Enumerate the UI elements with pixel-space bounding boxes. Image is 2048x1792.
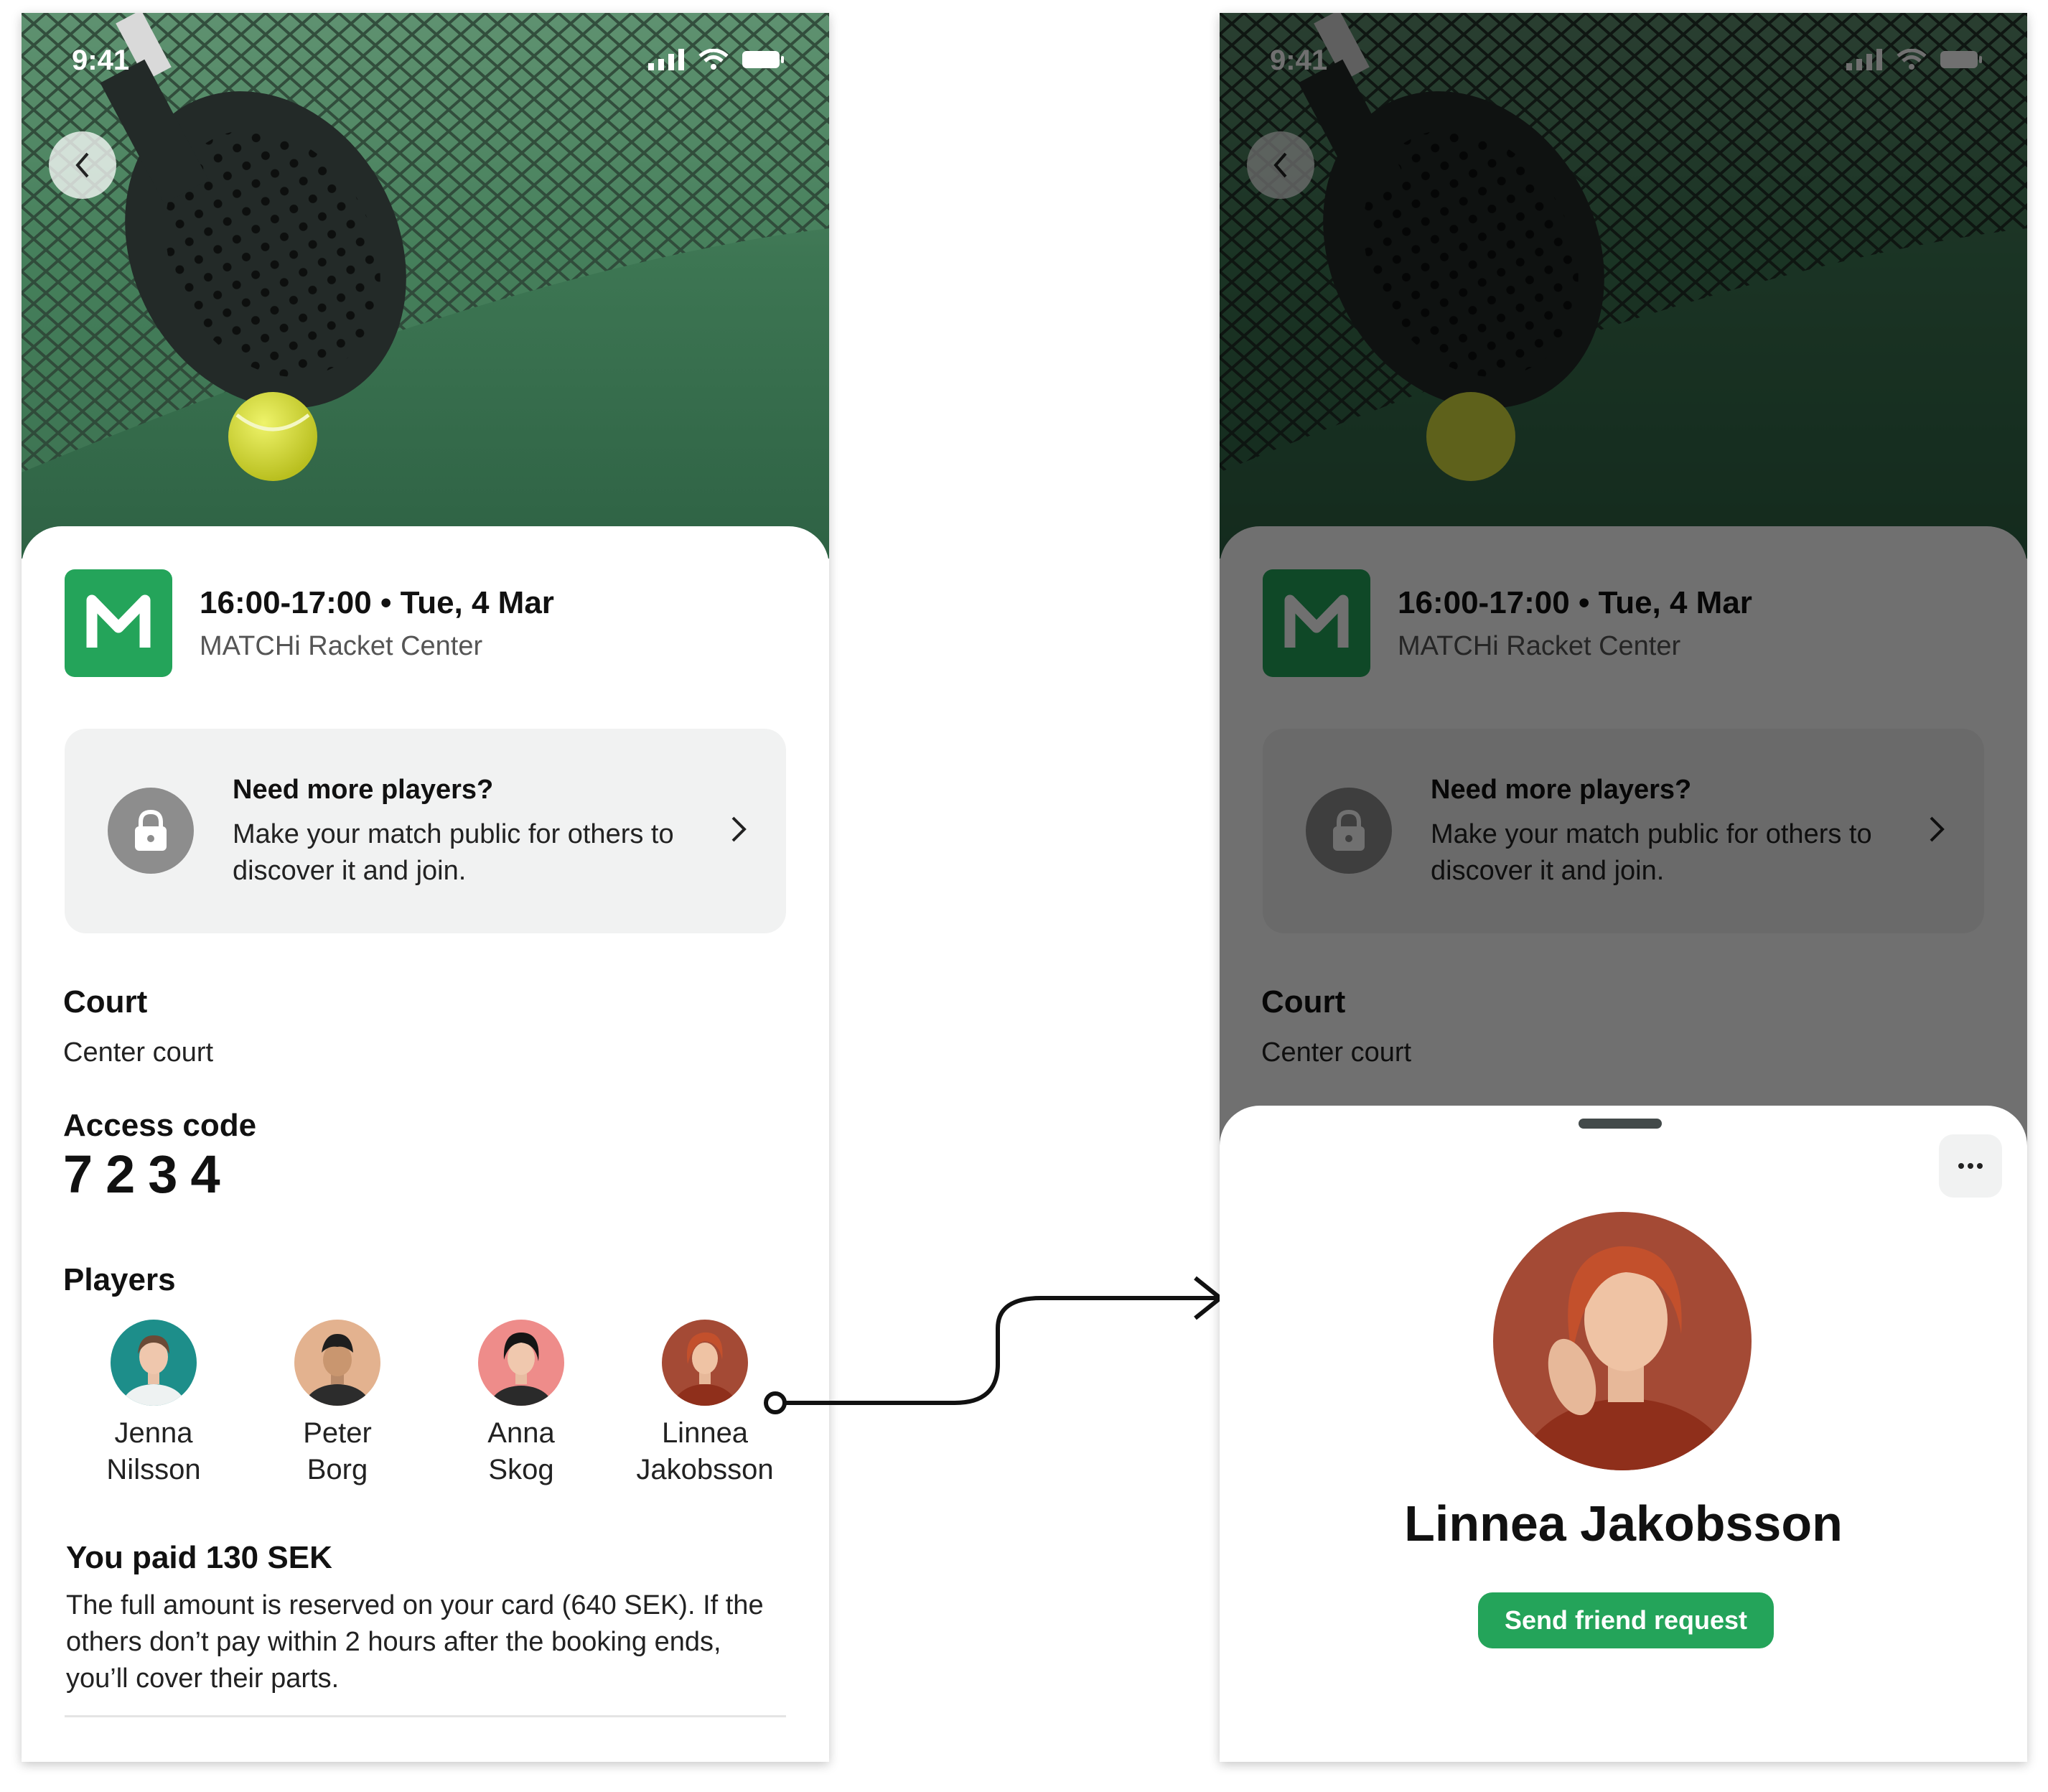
avatar xyxy=(294,1320,380,1430)
matchi-logo-icon xyxy=(86,594,151,648)
more-button[interactable] xyxy=(1939,1134,2002,1198)
court-label: Court xyxy=(63,984,148,1019)
avatar xyxy=(478,1320,564,1429)
signal-icon xyxy=(648,49,684,70)
court-value: Center court xyxy=(63,1037,214,1068)
battery-icon xyxy=(742,51,784,68)
player-first-name: Anna xyxy=(487,1417,555,1449)
payment-body: The full amount is reserved on your card… xyxy=(66,1590,764,1694)
back-button[interactable] xyxy=(49,131,116,199)
access-code-label: Access code xyxy=(63,1108,257,1143)
venue-logo xyxy=(65,569,172,677)
status-bar: 9:41 xyxy=(22,13,829,78)
player-last-name: Borg xyxy=(307,1454,368,1485)
send-friend-request-button[interactable]: Send friend request xyxy=(1478,1592,1774,1648)
player-last-name: Nilsson xyxy=(106,1454,201,1485)
chevron-left-icon xyxy=(75,152,89,178)
player-anna[interactable]: Anna Skog xyxy=(429,1320,613,1488)
booking-header: 16:00-17:00 • Tue, 4 Mar MATCHi Racket C… xyxy=(65,569,554,677)
player-jenna[interactable]: Jenna Nilsson xyxy=(62,1320,246,1488)
lock-icon xyxy=(135,809,167,851)
player-last-name: Skog xyxy=(488,1454,554,1485)
promo-body: Make your match public for others to dis… xyxy=(233,819,674,886)
payment-title: You paid 130 SEK xyxy=(66,1540,332,1575)
avatar xyxy=(662,1320,748,1430)
booking-time: 16:00-17:00 • Tue, 4 Mar xyxy=(200,584,554,620)
booking-screen: 9:41 16:00-17:00 • Tue, 4 Mar MATCHi Rac… xyxy=(22,13,829,1762)
venue-name: MATCHi Racket Center xyxy=(200,630,483,661)
flow-arrow-icon xyxy=(764,1276,1224,1414)
players-label: Players xyxy=(63,1262,176,1297)
wifi-icon xyxy=(698,49,729,70)
player-profile-screen: 9:41 xyxy=(1220,13,2027,1762)
lock-badge xyxy=(108,788,194,874)
status-time: 9:41 xyxy=(72,45,130,76)
profile-avatar xyxy=(1493,1212,1752,1470)
chevron-right-icon xyxy=(731,816,747,842)
profile-name: Linnea Jakobsson xyxy=(1404,1495,1843,1551)
player-peter[interactable]: Peter Borg xyxy=(246,1320,429,1488)
sheet-grabber[interactable] xyxy=(1579,1119,1662,1129)
player-first-name: Jenna xyxy=(114,1417,193,1449)
promo-title: Need more players? xyxy=(233,775,494,805)
player-profile-sheet: Linnea Jakobsson Send friend request xyxy=(1220,1106,2027,1762)
player-first-name: Peter xyxy=(303,1417,372,1449)
more-icon xyxy=(1958,1163,1983,1169)
booking-details-sheet: 16:00-17:00 • Tue, 4 Mar MATCHi Racket C… xyxy=(22,526,829,1762)
access-code: 7234 xyxy=(63,1144,233,1204)
make-public-card[interactable]: Need more players? Make your match publi… xyxy=(65,729,786,933)
player-last-name: Jakobsson xyxy=(636,1454,774,1485)
players-list: Jenna Nilsson Peter Borg Anna Skog Linne… xyxy=(62,1320,794,1492)
divider xyxy=(65,1715,786,1717)
hero-photo xyxy=(22,13,829,559)
avatar xyxy=(111,1320,197,1427)
